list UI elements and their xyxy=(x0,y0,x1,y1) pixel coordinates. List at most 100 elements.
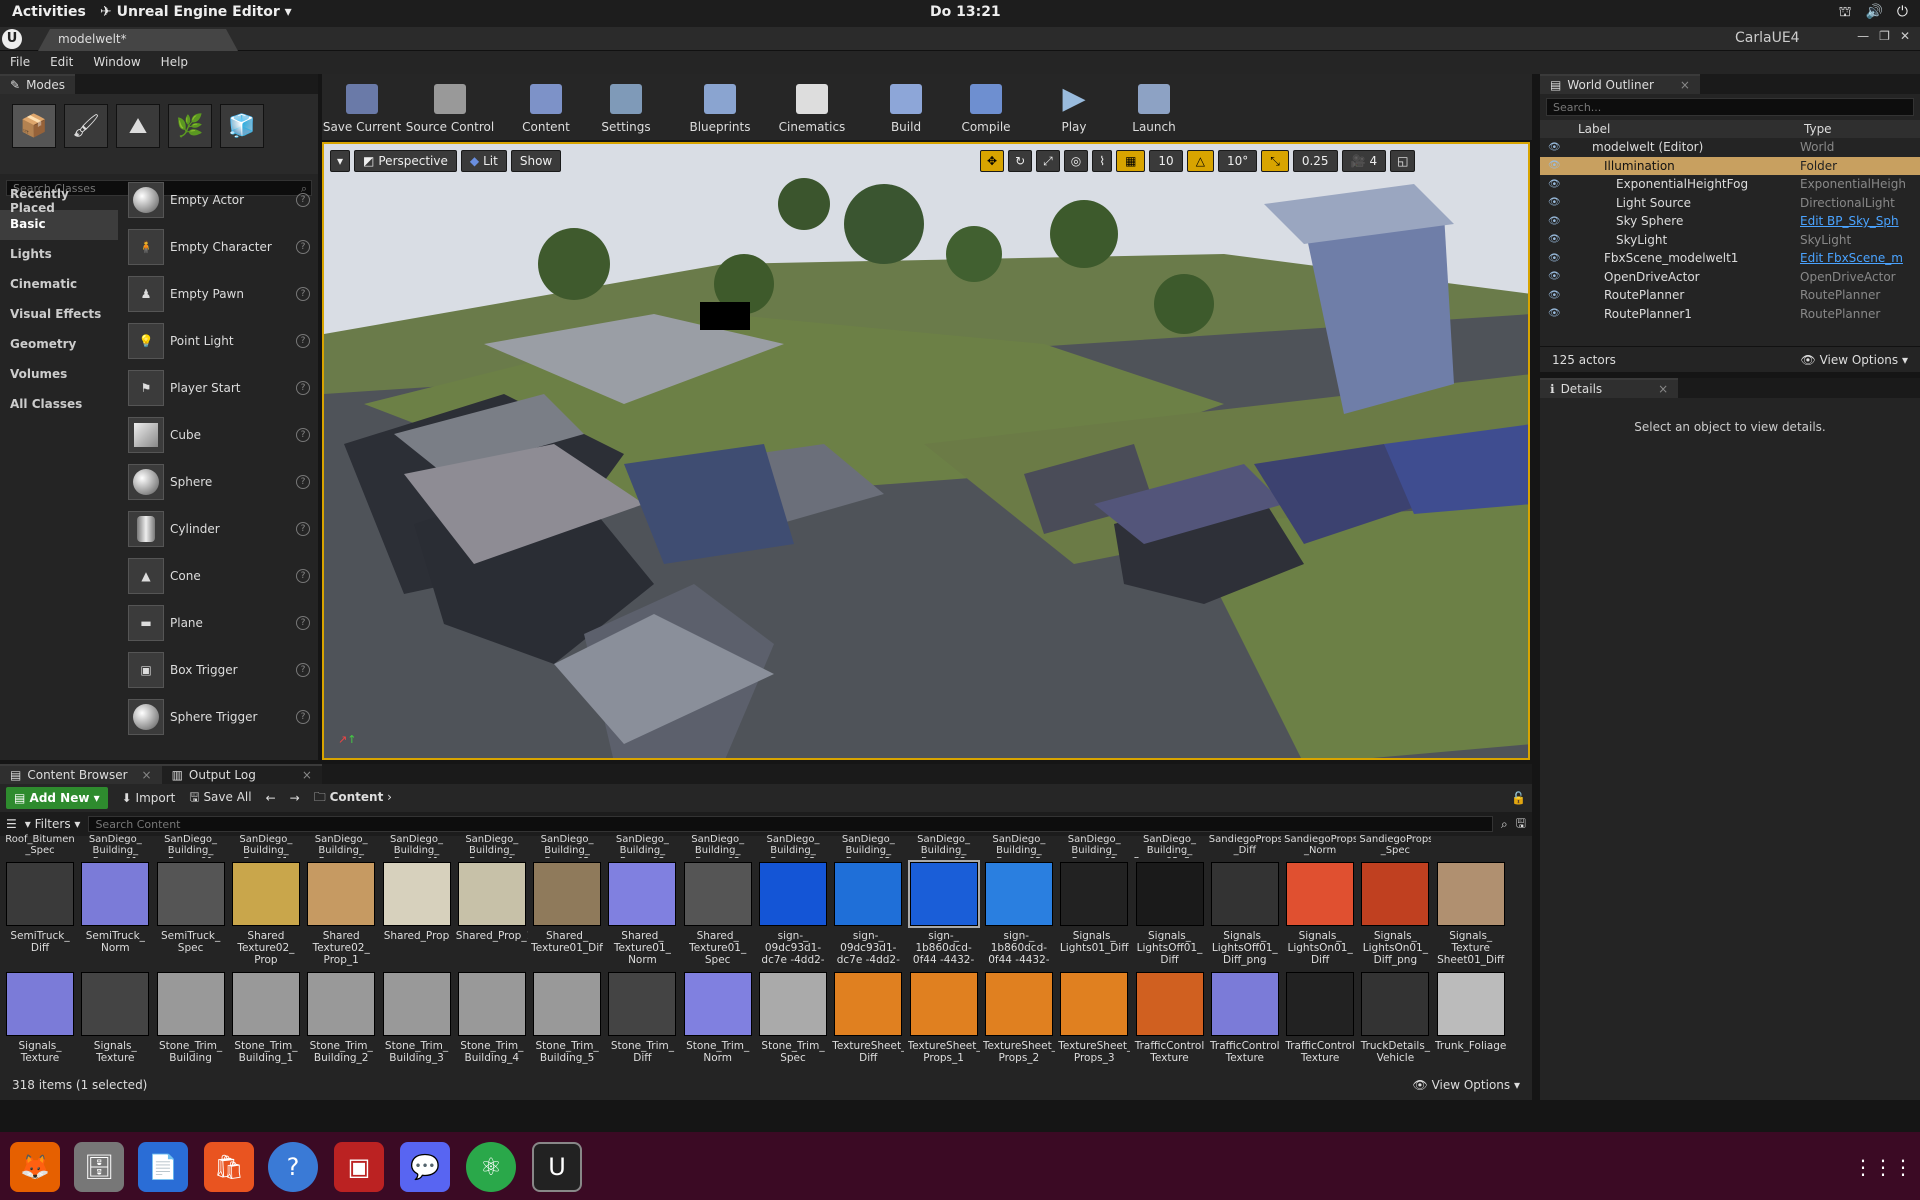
volume-icon[interactable]: 🔊 xyxy=(1865,4,1882,22)
list-item[interactable]: ♟ Empty Pawn? xyxy=(120,270,318,317)
software-center-icon[interactable]: 🛍 xyxy=(204,1142,254,1192)
help-icon[interactable]: ? xyxy=(296,662,310,677)
close-tab-icon[interactable]: × xyxy=(142,768,152,782)
column-type[interactable]: Type xyxy=(1804,122,1832,136)
asset-tile[interactable]: TextureSheet_ Props_2 xyxy=(983,968,1055,1076)
asset-tile[interactable]: Signals_ LightsOff01_ Diff_png xyxy=(1209,858,1281,966)
activities-button[interactable]: Activities xyxy=(12,4,86,20)
save-all-button[interactable]: 🖫 Save All xyxy=(189,788,251,809)
list-item[interactable]: ⚑ Player Start? xyxy=(120,364,318,411)
asset-tile[interactable]: TrafficControl Texture xyxy=(1284,968,1356,1076)
asset-tile[interactable]: Stone_Trim_ Norm xyxy=(682,968,754,1076)
visibility-eye-icon[interactable]: 👁 xyxy=(1548,160,1561,171)
visibility-eye-icon[interactable]: 👁 xyxy=(1548,290,1561,301)
visibility-eye-icon[interactable]: 👁 xyxy=(1548,308,1561,319)
outliner-row[interactable]: 👁 Light Source DirectionalLight xyxy=(1540,194,1920,213)
asset-tile[interactable]: Stone_Trim_ Building_4 xyxy=(456,968,528,1076)
save-search-icon[interactable]: 🖫 xyxy=(1516,814,1526,835)
discord-icon[interactable]: 💬 xyxy=(400,1142,450,1192)
help-icon[interactable]: ? xyxy=(296,709,310,724)
help-icon[interactable]: ? xyxy=(296,568,310,583)
visibility-eye-icon[interactable]: 👁 xyxy=(1548,216,1561,227)
compile-button[interactable]: Compile xyxy=(946,74,1026,140)
minimize-button[interactable]: — xyxy=(1857,29,1869,43)
asset-tile[interactable]: sign-_ 09dc93d1-dc7e -4dd2-803b- xyxy=(832,858,904,966)
outliner-row[interactable]: 👁 RoutePlanner RoutePlanner xyxy=(1540,286,1920,305)
tab-content-browser[interactable]: ▤ Content Browser × xyxy=(0,764,162,784)
asset-tile[interactable]: Shared_ Texture01_ Spec xyxy=(682,858,754,966)
visibility-eye-icon[interactable]: 👁 xyxy=(1548,179,1561,190)
asset-tile[interactable]: Signals_ Texture xyxy=(4,968,76,1076)
close-button[interactable]: ✕ xyxy=(1900,29,1910,43)
launch-button[interactable]: Launch xyxy=(1114,74,1194,140)
outliner-search-input[interactable]: Search... xyxy=(1546,98,1914,116)
unreal-editor-icon[interactable]: U xyxy=(532,1142,582,1192)
rotate-tool-icon[interactable]: ↻ xyxy=(1008,150,1033,172)
play-button[interactable]: ▶ Play xyxy=(1034,74,1114,140)
asset-tile[interactable]: SemiTruck_ Diff xyxy=(4,858,76,966)
list-item[interactable]: Sphere Trigger? xyxy=(120,693,318,740)
atom-icon[interactable]: ⚛ xyxy=(466,1142,516,1192)
history-forward-icon[interactable]: → xyxy=(290,791,300,805)
outliner-row[interactable]: 👁 modelwelt (Editor) World xyxy=(1540,138,1920,157)
show-button[interactable]: Show xyxy=(510,150,562,172)
search-content-input[interactable]: Search Content xyxy=(88,816,1494,832)
import-button[interactable]: ⬇ Import xyxy=(122,791,176,805)
scale-tool-icon[interactable]: ⤢ xyxy=(1036,150,1060,172)
asset-tile[interactable]: TrafficControl Texture xyxy=(1209,968,1281,1076)
place-mode-icon[interactable]: 📦 xyxy=(12,104,56,148)
geometry-mode-icon[interactable]: 🧊 xyxy=(220,104,264,148)
foliage-mode-icon[interactable]: 🌿 xyxy=(168,104,212,148)
asset-tile[interactable]: TextureSheet_ Props_1 xyxy=(908,968,980,1076)
system-tray[interactable]: ⛫ 🔊 ⏻ xyxy=(1839,4,1908,22)
level-viewport[interactable]: ▾ ◩ Perspective ◆ Lit Show ✥ ↻ ⤢ ◎ ⌇ ▦ 10 … xyxy=(322,142,1530,760)
asset-tile[interactable]: Signals_ LightsOn01_ Diff_png xyxy=(1359,858,1431,966)
close-tab-icon[interactable]: × xyxy=(302,768,312,782)
visibility-eye-icon[interactable]: 👁 xyxy=(1548,142,1561,153)
viewport-options-button[interactable]: ▾ xyxy=(330,150,351,172)
outliner-row-type[interactable]: Edit BP_Sky_Sph xyxy=(1800,214,1910,228)
list-item[interactable]: Cylinder? xyxy=(120,505,318,552)
outliner-row[interactable]: 👁 RoutePlanner1 RoutePlanner xyxy=(1540,305,1920,324)
landscape-mode-icon[interactable]: ⛰ xyxy=(116,104,160,148)
asset-tile[interactable]: Shared_ Texture01_Diff xyxy=(531,858,603,966)
help-icon[interactable]: ? xyxy=(268,1142,318,1192)
asset-tile[interactable]: TextureSheet_ Diff xyxy=(832,968,904,1076)
settings-button[interactable]: Settings xyxy=(586,74,666,140)
world-space-icon[interactable]: ◎ xyxy=(1063,150,1089,172)
tab-world-outliner[interactable]: ▤ World Outliner × xyxy=(1540,74,1700,94)
list-item[interactable]: ▲ Cone? xyxy=(120,552,318,599)
surface-snap-icon[interactable]: ⌇ xyxy=(1092,150,1113,172)
category-cinematic[interactable]: Cinematic xyxy=(0,270,118,300)
translate-tool-icon[interactable]: ✥ xyxy=(980,150,1005,172)
cb-view-options-button[interactable]: 👁 View Options ▾ xyxy=(1413,1078,1521,1092)
outliner-row[interactable]: 👁 FbxScene_modelwelt1 Edit FbxScene_m xyxy=(1540,249,1920,268)
asset-tile[interactable]: Signals_ Lights01_Diff xyxy=(1058,858,1130,966)
perspective-button[interactable]: ◩ Perspective xyxy=(354,150,457,172)
scale-snap-value[interactable]: 0.25 xyxy=(1292,150,1338,172)
asset-tile[interactable]: SemiTruck_ Spec xyxy=(155,858,227,966)
lock-icon[interactable]: 🔓 xyxy=(1511,791,1526,805)
app-grid-icon[interactable]: ⋮⋮⋮ xyxy=(1853,1142,1913,1192)
sources-toggle-icon[interactable]: ☰ xyxy=(6,817,17,831)
filters-button[interactable]: ▾ Filters ▾ xyxy=(25,817,81,831)
category-lights[interactable]: Lights xyxy=(0,240,118,270)
files-icon[interactable]: 🗄 xyxy=(74,1142,124,1192)
help-icon[interactable]: ? xyxy=(296,333,310,348)
asset-tile[interactable]: TruckDetails_ Vehicle xyxy=(1359,968,1431,1076)
list-item[interactable]: ▬ Plane? xyxy=(120,599,318,646)
help-icon[interactable]: ? xyxy=(296,521,310,536)
asset-tile[interactable]: Trunk_Foliage xyxy=(1435,968,1507,1076)
level-tab[interactable]: modelwelt* xyxy=(38,29,238,51)
help-icon[interactable]: ? xyxy=(296,286,310,301)
asset-tile[interactable]: Signals_ LightsOff01_ Diff xyxy=(1134,858,1206,966)
category-recently-placed[interactable]: Recently Placed xyxy=(0,180,118,215)
menu-edit[interactable]: Edit xyxy=(50,55,73,70)
visibility-eye-icon[interactable]: 👁 xyxy=(1548,271,1561,282)
asset-tile[interactable]: Shared_Prop xyxy=(381,858,453,966)
asset-tile[interactable]: Shared_Prop_1 xyxy=(456,858,528,966)
content-button[interactable]: Content xyxy=(506,74,586,140)
menu-file[interactable]: File xyxy=(10,55,30,70)
asset-tile[interactable]: TrafficControl Texture xyxy=(1134,968,1206,1076)
asset-tile[interactable]: Stone_Trim_ Building_5 xyxy=(531,968,603,1076)
